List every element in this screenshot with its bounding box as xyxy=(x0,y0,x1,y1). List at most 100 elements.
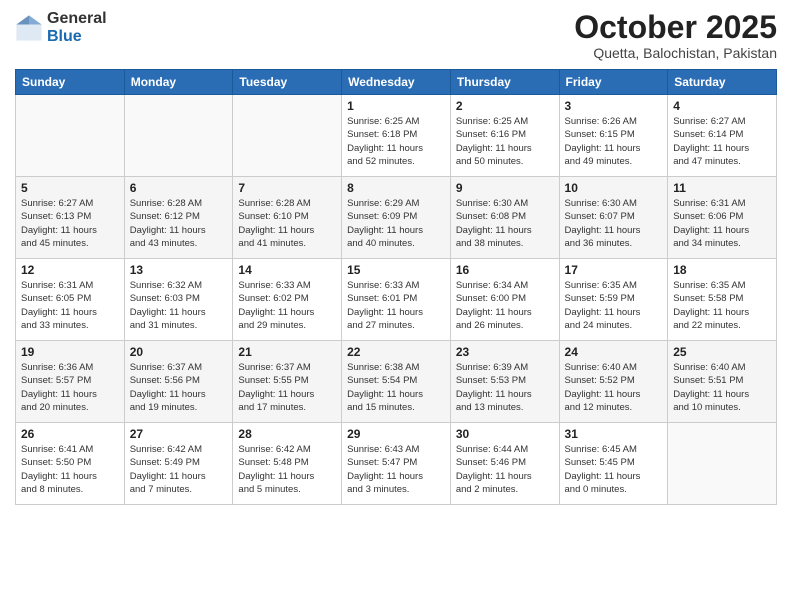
calendar-cell: 12Sunrise: 6:31 AM Sunset: 6:05 PM Dayli… xyxy=(16,259,125,341)
day-number: 14 xyxy=(238,263,336,277)
day-number: 22 xyxy=(347,345,445,359)
day-detail: Sunrise: 6:39 AM Sunset: 5:53 PM Dayligh… xyxy=(456,361,554,414)
calendar-cell xyxy=(668,423,777,505)
calendar-cell: 30Sunrise: 6:44 AM Sunset: 5:46 PM Dayli… xyxy=(450,423,559,505)
day-number: 23 xyxy=(456,345,554,359)
calendar-cell: 3Sunrise: 6:26 AM Sunset: 6:15 PM Daylig… xyxy=(559,95,668,177)
weekday-header: Sunday xyxy=(16,70,125,95)
calendar-cell: 23 Sunrise: 6:39 AM Sunset: 5:53 PM Dayli… xyxy=(450,341,559,423)
day-number: 1 xyxy=(347,99,445,113)
logo-text: General Blue xyxy=(47,10,107,45)
logo-general: General xyxy=(47,10,107,28)
day-detail: Sunrise: 6:37 AM Sunset: 5:56 PM Dayligh… xyxy=(130,361,228,414)
calendar-cell: 13Sunrise: 6:32 AM Sunset: 6:03 PM Dayli… xyxy=(124,259,233,341)
calendar-cell: 27 Sunrise: 6:42 AM Sunset: 5:49 PM Dayli… xyxy=(124,423,233,505)
calendar-cell: 28 Sunrise: 6:42 AM Sunset: 5:48 PM Dayli… xyxy=(233,423,342,505)
day-detail: Sunrise: 6:27 AM Sunset: 6:13 PM Dayligh… xyxy=(21,197,119,250)
day-number: 8 xyxy=(347,181,445,195)
day-detail: Sunrise: 6:29 AM Sunset: 6:09 PM Dayligh… xyxy=(347,197,445,250)
weekday-header: Saturday xyxy=(668,70,777,95)
day-number: 29 xyxy=(347,427,445,441)
day-detail: Sunrise: 6:35 AM Sunset: 5:58 PM Dayligh… xyxy=(673,279,771,332)
calendar-cell: 17 Sunrise: 6:35 AM Sunset: 5:59 PM Dayli… xyxy=(559,259,668,341)
month-title: October 2025 xyxy=(574,10,777,45)
day-number: 27 xyxy=(130,427,228,441)
logo: General Blue xyxy=(15,10,107,45)
day-number: 5 xyxy=(21,181,119,195)
day-detail: Sunrise: 6:35 AM Sunset: 5:59 PM Dayligh… xyxy=(565,279,663,332)
day-number: 31 xyxy=(565,427,663,441)
calendar-week-row: 1 Sunrise: 6:25 AM Sunset: 6:18 PM Daylig… xyxy=(16,95,777,177)
day-detail: Sunrise: 6:25 AM Sunset: 6:18 PM Dayligh… xyxy=(347,115,445,168)
day-detail: Sunrise: 6:42 AM Sunset: 5:49 PM Dayligh… xyxy=(130,443,228,496)
calendar-cell: 22 Sunrise: 6:38 AM Sunset: 5:54 PM Dayli… xyxy=(342,341,451,423)
day-number: 24 xyxy=(565,345,663,359)
day-detail: Sunrise: 6:25 AM Sunset: 6:16 PM Dayligh… xyxy=(456,115,554,168)
day-detail: Sunrise: 6:28 AM Sunset: 6:10 PM Dayligh… xyxy=(238,197,336,250)
day-number: 28 xyxy=(238,427,336,441)
day-number: 18 xyxy=(673,263,771,277)
calendar-cell: 14 Sunrise: 6:33 AM Sunset: 6:02 PM Dayli… xyxy=(233,259,342,341)
calendar-week-row: 26Sunrise: 6:41 AM Sunset: 5:50 PM Dayli… xyxy=(16,423,777,505)
day-detail: Sunrise: 6:45 AM Sunset: 5:45 PM Dayligh… xyxy=(565,443,663,496)
weekday-header: Tuesday xyxy=(233,70,342,95)
day-detail: Sunrise: 6:26 AM Sunset: 6:15 PM Dayligh… xyxy=(565,115,663,168)
calendar-cell: 7 Sunrise: 6:28 AM Sunset: 6:10 PM Daylig… xyxy=(233,177,342,259)
header: General Blue October 2025 Quetta, Baloch… xyxy=(15,10,777,61)
day-number: 2 xyxy=(456,99,554,113)
calendar-cell: 11 Sunrise: 6:31 AM Sunset: 6:06 PM Dayli… xyxy=(668,177,777,259)
page: General Blue October 2025 Quetta, Baloch… xyxy=(0,0,792,612)
day-number: 7 xyxy=(238,181,336,195)
day-detail: Sunrise: 6:30 AM Sunset: 6:08 PM Dayligh… xyxy=(456,197,554,250)
logo-blue: Blue xyxy=(47,28,107,46)
day-number: 16 xyxy=(456,263,554,277)
calendar-week-row: 19Sunrise: 6:36 AM Sunset: 5:57 PM Dayli… xyxy=(16,341,777,423)
day-detail: Sunrise: 6:27 AM Sunset: 6:14 PM Dayligh… xyxy=(673,115,771,168)
day-detail: Sunrise: 6:40 AM Sunset: 5:52 PM Dayligh… xyxy=(565,361,663,414)
day-number: 11 xyxy=(673,181,771,195)
calendar-cell: 26Sunrise: 6:41 AM Sunset: 5:50 PM Dayli… xyxy=(16,423,125,505)
day-detail: Sunrise: 6:30 AM Sunset: 6:07 PM Dayligh… xyxy=(565,197,663,250)
day-detail: Sunrise: 6:33 AM Sunset: 6:02 PM Dayligh… xyxy=(238,279,336,332)
calendar-cell xyxy=(233,95,342,177)
day-detail: Sunrise: 6:42 AM Sunset: 5:48 PM Dayligh… xyxy=(238,443,336,496)
calendar-cell: 4 Sunrise: 6:27 AM Sunset: 6:14 PM Daylig… xyxy=(668,95,777,177)
day-number: 4 xyxy=(673,99,771,113)
calendar-cell: 1 Sunrise: 6:25 AM Sunset: 6:18 PM Daylig… xyxy=(342,95,451,177)
calendar-cell xyxy=(16,95,125,177)
day-detail: Sunrise: 6:37 AM Sunset: 5:55 PM Dayligh… xyxy=(238,361,336,414)
day-detail: Sunrise: 6:31 AM Sunset: 6:06 PM Dayligh… xyxy=(673,197,771,250)
day-detail: Sunrise: 6:43 AM Sunset: 5:47 PM Dayligh… xyxy=(347,443,445,496)
weekday-header-row: SundayMondayTuesdayWednesdayThursdayFrid… xyxy=(16,70,777,95)
weekday-header: Wednesday xyxy=(342,70,451,95)
calendar-cell xyxy=(124,95,233,177)
calendar-cell: 20 Sunrise: 6:37 AM Sunset: 5:56 PM Dayli… xyxy=(124,341,233,423)
day-detail: Sunrise: 6:34 AM Sunset: 6:00 PM Dayligh… xyxy=(456,279,554,332)
weekday-header: Monday xyxy=(124,70,233,95)
day-number: 12 xyxy=(21,263,119,277)
location: Quetta, Balochistan, Pakistan xyxy=(574,45,777,61)
calendar-cell: 19Sunrise: 6:36 AM Sunset: 5:57 PM Dayli… xyxy=(16,341,125,423)
day-detail: Sunrise: 6:40 AM Sunset: 5:51 PM Dayligh… xyxy=(673,361,771,414)
day-number: 21 xyxy=(238,345,336,359)
day-number: 15 xyxy=(347,263,445,277)
day-number: 20 xyxy=(130,345,228,359)
logo-icon xyxy=(15,14,43,42)
day-number: 6 xyxy=(130,181,228,195)
calendar-cell: 9Sunrise: 6:30 AM Sunset: 6:08 PM Daylig… xyxy=(450,177,559,259)
calendar-cell: 5 Sunrise: 6:27 AM Sunset: 6:13 PM Daylig… xyxy=(16,177,125,259)
day-detail: Sunrise: 6:32 AM Sunset: 6:03 PM Dayligh… xyxy=(130,279,228,332)
day-detail: Sunrise: 6:36 AM Sunset: 5:57 PM Dayligh… xyxy=(21,361,119,414)
day-detail: Sunrise: 6:33 AM Sunset: 6:01 PM Dayligh… xyxy=(347,279,445,332)
day-detail: Sunrise: 6:41 AM Sunset: 5:50 PM Dayligh… xyxy=(21,443,119,496)
calendar-week-row: 12Sunrise: 6:31 AM Sunset: 6:05 PM Dayli… xyxy=(16,259,777,341)
calendar-cell: 16 Sunrise: 6:34 AM Sunset: 6:00 PM Dayli… xyxy=(450,259,559,341)
weekday-header: Friday xyxy=(559,70,668,95)
calendar-cell: 24 Sunrise: 6:40 AM Sunset: 5:52 PM Dayli… xyxy=(559,341,668,423)
day-detail: Sunrise: 6:28 AM Sunset: 6:12 PM Dayligh… xyxy=(130,197,228,250)
title-block: October 2025 Quetta, Balochistan, Pakist… xyxy=(574,10,777,61)
day-detail: Sunrise: 6:38 AM Sunset: 5:54 PM Dayligh… xyxy=(347,361,445,414)
calendar-cell: 10Sunrise: 6:30 AM Sunset: 6:07 PM Dayli… xyxy=(559,177,668,259)
calendar-cell: 18 Sunrise: 6:35 AM Sunset: 5:58 PM Dayli… xyxy=(668,259,777,341)
day-number: 17 xyxy=(565,263,663,277)
